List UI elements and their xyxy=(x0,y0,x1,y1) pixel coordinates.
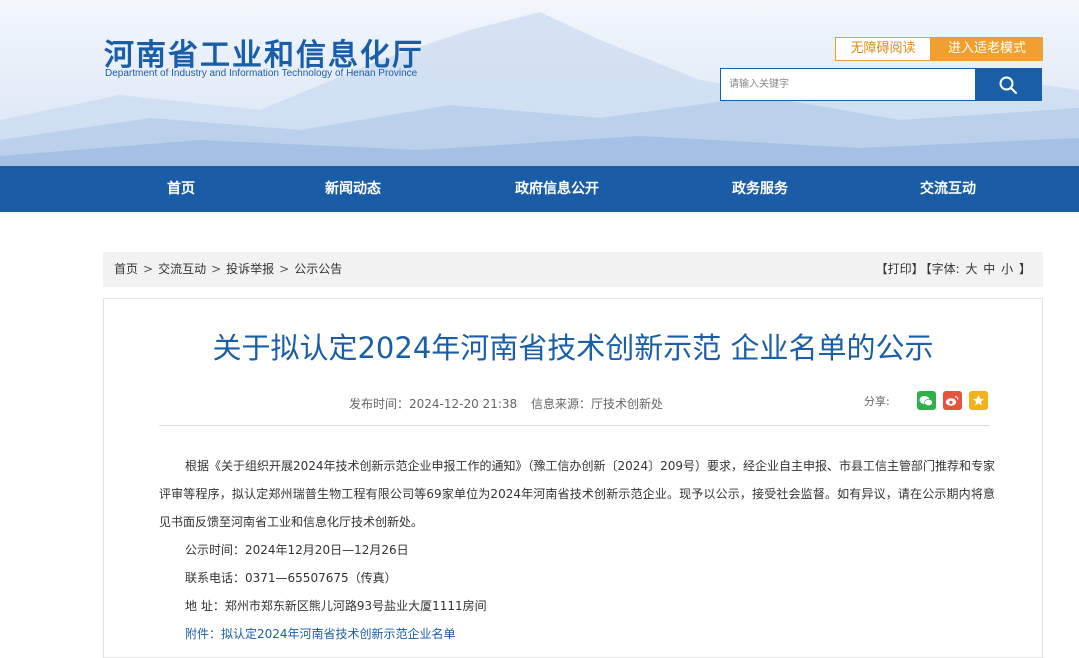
notice-period: 公示时间：2024年12月20日—12月26日 xyxy=(185,543,409,557)
wechat-share-button[interactable] xyxy=(916,391,936,410)
favorite-share-button[interactable] xyxy=(968,391,988,410)
font-size-close: 】 xyxy=(1018,262,1031,276)
contact-phone: 联系电话：0371—65507675（传真） xyxy=(185,571,397,585)
site-logo-subtitle: Department of Industry and Information T… xyxy=(105,68,418,79)
article-paragraph: 根据《关于组织开展2024年技术创新示范企业申报工作的通知》（豫工信办创新〔20… xyxy=(159,459,995,529)
info-source: 信息来源：厅技术创新处 xyxy=(530,397,663,411)
breadcrumb-home[interactable]: 首页 xyxy=(114,262,138,276)
breadcrumb-complaints[interactable]: 投诉举报 xyxy=(226,262,274,276)
breadcrumb-separator: > xyxy=(279,262,290,276)
search-input[interactable] xyxy=(721,69,975,100)
search-button[interactable] xyxy=(975,69,1041,100)
font-medium-button[interactable]: 中 xyxy=(983,262,995,276)
nav-item-news[interactable]: 新闻动态 xyxy=(325,166,381,212)
meta-divider xyxy=(159,425,989,426)
contact-address: 地 址：郑州市郑东新区熊儿河路93号盐业大厦1111房间 xyxy=(185,599,487,613)
breadcrumb-bar: 首页 > 交流互动 > 投诉举报 > 公示公告 【打印】 【字体: 大 中 小 】 xyxy=(103,252,1043,287)
share-label: 分享: xyxy=(864,394,890,408)
article-title: 关于拟认定2024年河南省技术创新示范 企业名单的公示 xyxy=(212,331,934,365)
weibo-icon xyxy=(946,395,959,406)
publish-time: 发布时间：2024-12-20 21:38 xyxy=(349,397,518,411)
font-small-button[interactable]: 小 xyxy=(1001,262,1013,276)
article-body: 根据《关于组织开展2024年技术创新示范企业申报工作的通知》（豫工信办创新〔20… xyxy=(159,452,995,648)
breadcrumb: 首页 > 交流互动 > 投诉举报 > 公示公告 xyxy=(114,252,342,287)
accessible-reading-button[interactable]: 无障碍阅读 xyxy=(835,37,931,61)
breadcrumb-separator: > xyxy=(143,262,154,276)
search-box xyxy=(720,68,1042,101)
breadcrumb-separator: > xyxy=(211,262,222,276)
nav-item-gov-info[interactable]: 政府信息公开 xyxy=(515,166,599,212)
main-nav: 首页 新闻动态 政府信息公开 政务服务 交流互动 xyxy=(0,166,1079,212)
breadcrumb-interaction[interactable]: 交流互动 xyxy=(158,262,206,276)
wechat-icon xyxy=(919,395,934,406)
font-large-button[interactable]: 大 xyxy=(965,262,977,276)
weibo-share-button[interactable] xyxy=(942,391,962,410)
print-button[interactable]: 【打印】 xyxy=(876,262,924,276)
nav-item-interaction[interactable]: 交流互动 xyxy=(920,166,976,212)
attachment-link[interactable]: 附件：拟认定2024年河南省技术创新示范企业名单 xyxy=(159,620,995,648)
star-icon xyxy=(972,395,984,406)
nav-item-services[interactable]: 政务服务 xyxy=(732,166,788,212)
page-tools: 【打印】 【字体: 大 中 小 】 xyxy=(874,252,1031,287)
breadcrumb-announcements[interactable]: 公示公告 xyxy=(294,262,342,276)
header-banner: 河南省工业和信息化厅 Department of Industry and In… xyxy=(0,0,1079,166)
mode-buttons: 无障碍阅读 进入适老模式 xyxy=(835,37,1043,61)
article-panel: 关于拟认定2024年河南省技术创新示范 企业名单的公示 发布时间：2024-12… xyxy=(103,298,1043,658)
article-meta: 发布时间：2024-12-20 21:38 信息来源：厅技术创新处 xyxy=(349,395,673,412)
elder-mode-button[interactable]: 进入适老模式 xyxy=(931,37,1043,61)
nav-item-home[interactable]: 首页 xyxy=(167,166,195,212)
search-icon xyxy=(999,76,1017,94)
font-size-label: 【字体: xyxy=(925,262,960,276)
share-bar: 分享: xyxy=(864,391,988,410)
